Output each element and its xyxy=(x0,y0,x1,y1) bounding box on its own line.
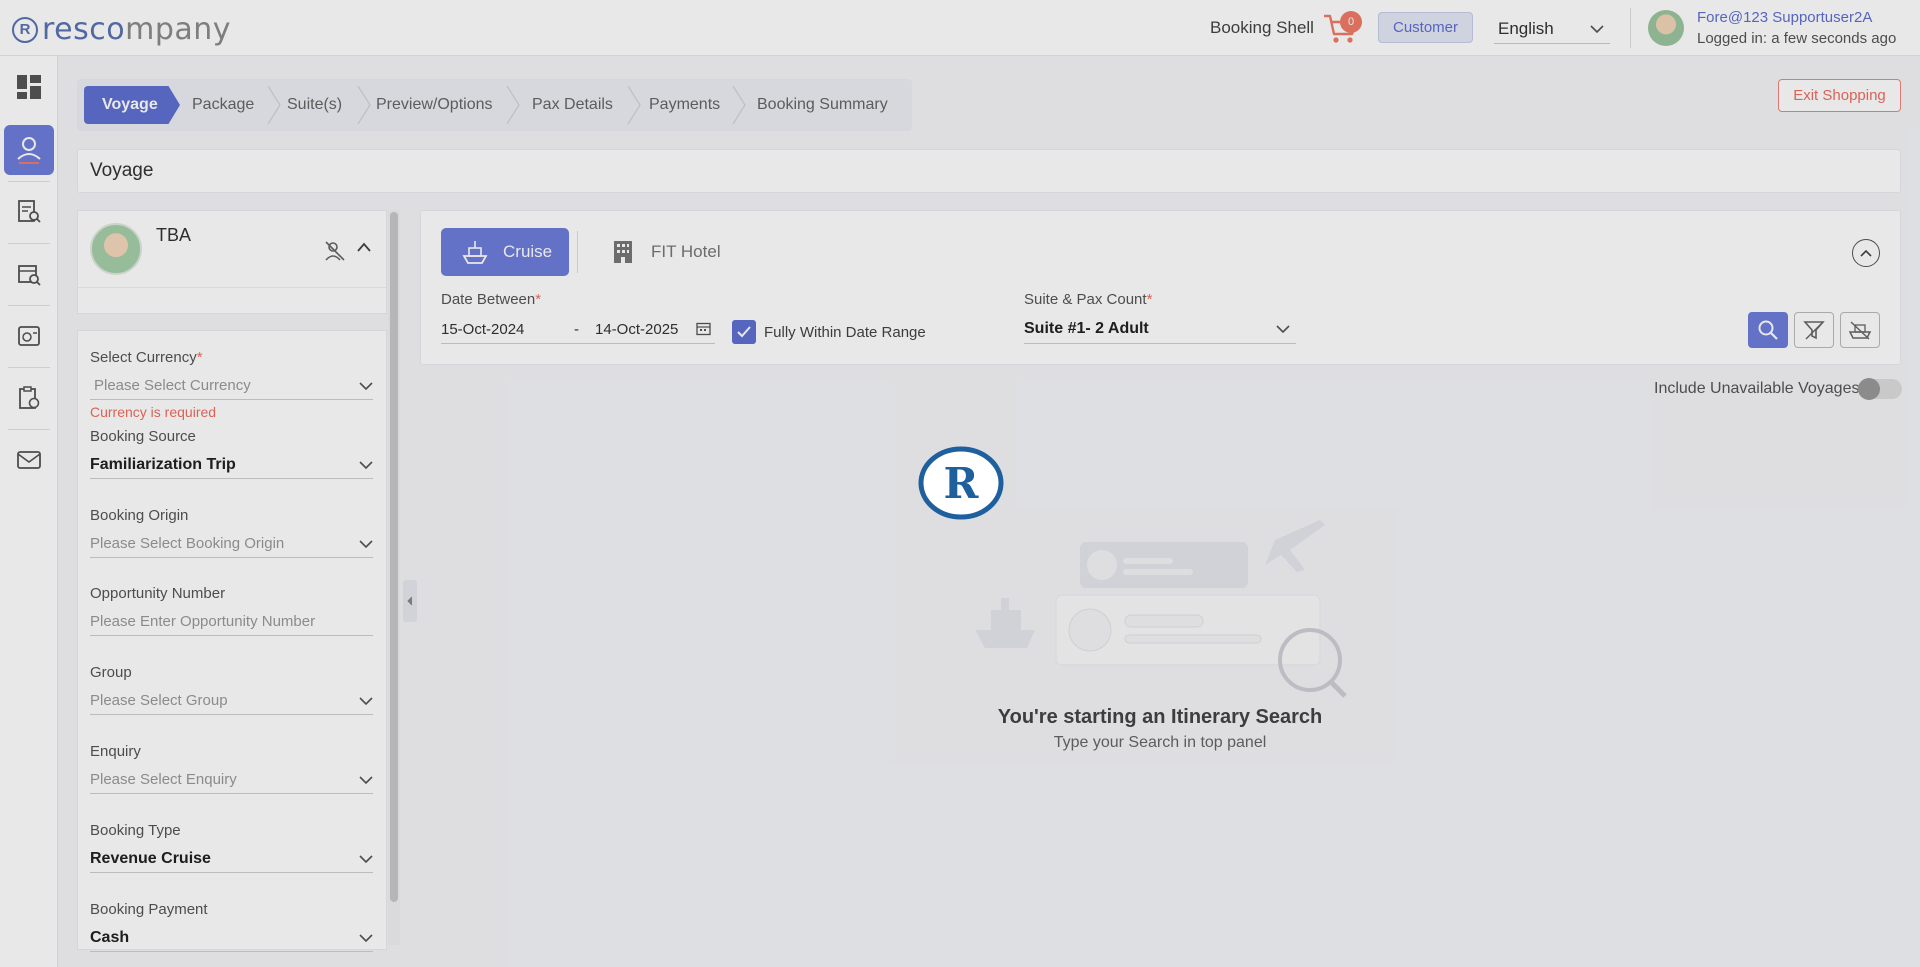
loading-spinner-icon: R xyxy=(918,446,1004,520)
loader-letter: R xyxy=(944,459,980,508)
